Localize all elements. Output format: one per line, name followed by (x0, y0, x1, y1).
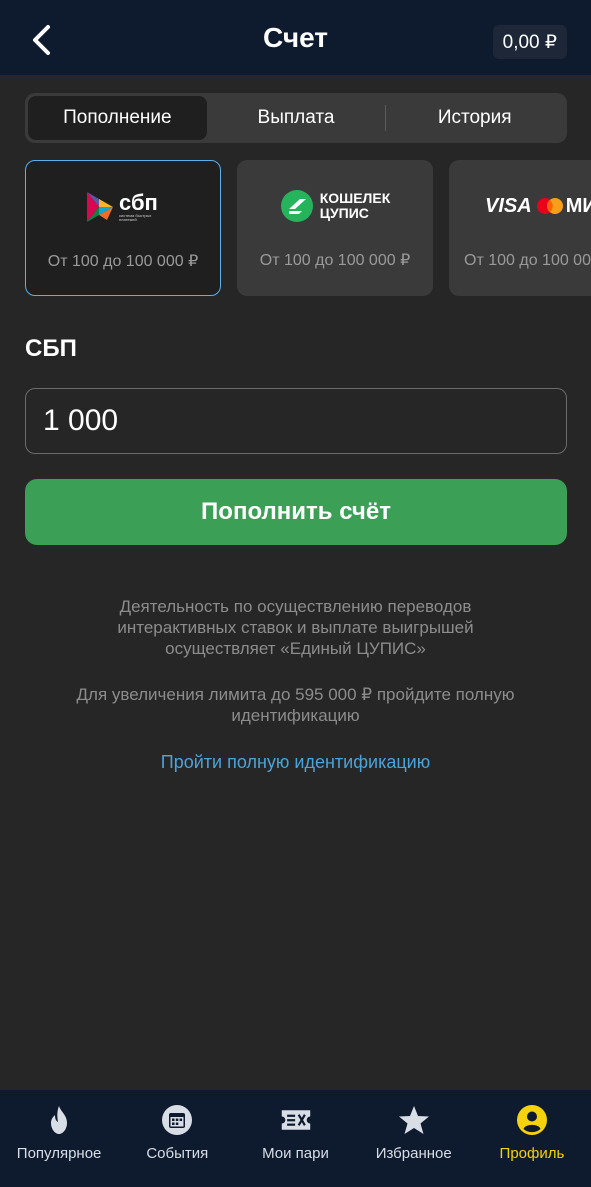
payment-method-sbp[interactable]: сбп система быстрых платежей От 100 до 1… (25, 160, 221, 296)
cupis-icon (280, 190, 313, 222)
payment-methods-carousel[interactable]: сбп система быстрых платежей От 100 до 1… (25, 160, 591, 296)
info-text-limit: Для увеличения лимита до 595 000 ₽ пройд… (76, 685, 515, 725)
tab-divider (385, 105, 386, 131)
sbp-icon (87, 192, 113, 222)
section-label-sbp: СБП (25, 335, 77, 362)
tab-deposit[interactable]: Пополнение (28, 96, 207, 140)
payment-method-range: От 100 до 100 000 ₽ (47, 253, 199, 270)
nav-label: События (146, 1145, 209, 1162)
deposit-button[interactable]: Пополнить счёт (25, 479, 567, 545)
sbp-logo-text: сбп (119, 190, 158, 215)
nav-item-profile[interactable]: Профиль (473, 1090, 591, 1187)
mir-logo-text: МИР (565, 194, 591, 217)
balance-badge[interactable]: 0,00 ₽ (492, 25, 567, 59)
payment-method-cupis-wallet[interactable]: КОШЕЛЕК ЦУПИС От 100 до 100 000 ₽ (237, 160, 433, 296)
mastercard-icon (536, 198, 563, 214)
nav-label: Избранное (375, 1145, 452, 1162)
info-text-cupis: Деятельность по осуществлению переводов … (117, 597, 474, 658)
nav-item-favorites[interactable]: Избранное (355, 1090, 473, 1187)
visa-logo-text: VISA (485, 194, 532, 217)
nav-item-events[interactable]: События (118, 1090, 236, 1187)
amount-input[interactable] (25, 388, 567, 454)
payment-method-cards[interactable]: VISA МИР От 100 до 100 000 ₽ (449, 160, 591, 296)
ticket-icon (280, 1104, 312, 1136)
nav-label: Мои пари (262, 1145, 329, 1162)
tab-withdraw[interactable]: Выплата (207, 96, 386, 140)
sbp-logo-subtext: система быстрых платежей (119, 213, 152, 222)
cards-logo: VISA МИР (449, 188, 591, 224)
bottom-navigation: Популярное События Мои пари Избранное Пр… (0, 1090, 591, 1187)
payment-method-range: От 100 до 100 000 ₽ (259, 252, 411, 269)
sbp-logo: сбп система быстрых платежей (26, 189, 220, 225)
nav-label: Профиль (499, 1145, 565, 1162)
cupis-logo: КОШЕЛЕК ЦУПИС (237, 188, 433, 224)
cupis-logo-text: КОШЕЛЕК (319, 190, 391, 207)
nav-item-my-bets[interactable]: Мои пари (236, 1090, 354, 1187)
app-header: Счет 0,00 ₽ (0, 0, 591, 75)
flame-icon (43, 1104, 75, 1136)
cupis-logo-subtext: ЦУПИС (319, 205, 369, 221)
full-identification-link[interactable]: Пройти полную идентификацию (0, 752, 591, 773)
account-tabs: Пополнение Выплата История (25, 93, 567, 143)
nav-label: Популярное (16, 1145, 102, 1162)
profile-icon (516, 1104, 548, 1136)
calendar-icon (161, 1104, 193, 1136)
tab-history[interactable]: История (385, 96, 564, 140)
payment-method-range: От 100 до 100 000 ₽ (464, 252, 591, 269)
star-icon (398, 1104, 430, 1136)
nav-item-popular[interactable]: Популярное (0, 1090, 118, 1187)
